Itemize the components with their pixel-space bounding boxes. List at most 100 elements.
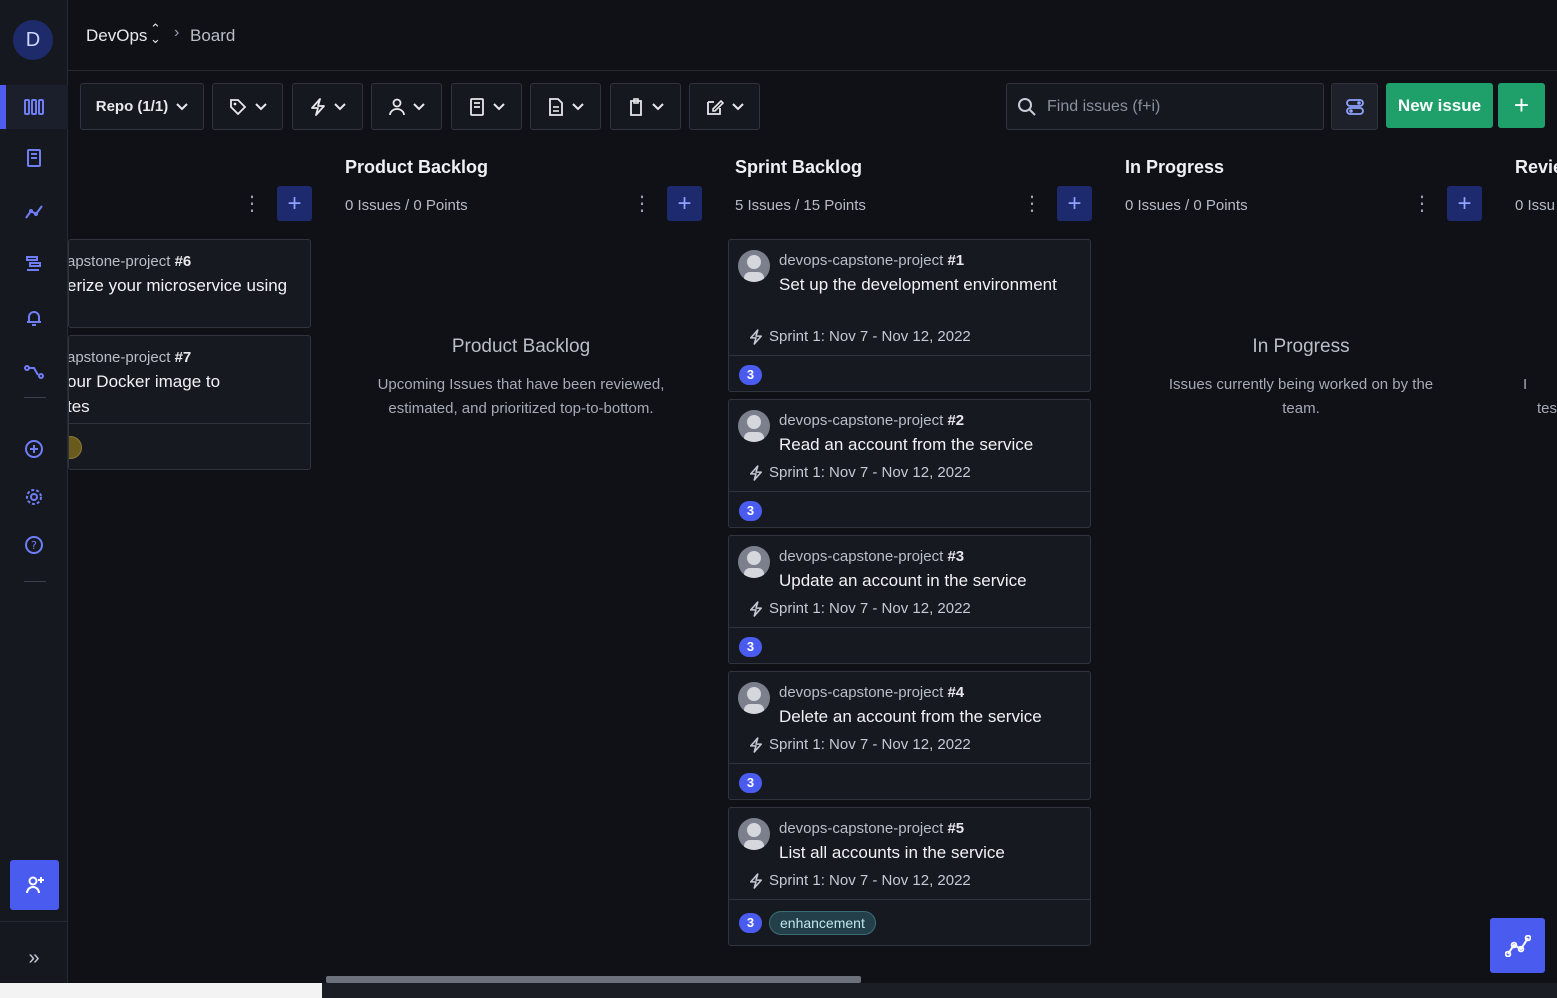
column-menu-icon[interactable]: ⋮ [242, 194, 262, 218]
search-box [1006, 83, 1324, 130]
user-avatar[interactable]: D [13, 20, 53, 60]
column-add-button[interactable]: + [1057, 186, 1092, 221]
epic-filter-button[interactable] [451, 83, 522, 130]
add-user-icon [25, 876, 44, 894]
issue-card[interactable]: devops-capstone-project #3 Update an acc… [728, 535, 1091, 664]
issue-repo: apstone-project #6 [68, 253, 192, 270]
avatar [738, 546, 770, 578]
add-button[interactable]: + [1498, 83, 1545, 128]
issue-title: Read an account from the service [779, 435, 1034, 454]
estimate-badge: 3 [739, 637, 762, 657]
issue-title: Delete an account from the service [779, 707, 1042, 726]
expand-sidebar-icon[interactable]: » [0, 938, 68, 978]
assignee-filter-button[interactable] [371, 83, 442, 130]
avatar [738, 410, 770, 442]
app-window: D ? » DevOps ⌃ ⌄ › Board Repo (1/1) Find… [0, 0, 1557, 998]
column-title: Sprint Backlog [735, 157, 863, 177]
issue-label[interactable]: enhancement [769, 911, 876, 935]
taskbar-search-area [0, 983, 322, 998]
insights-fab-button[interactable] [1490, 918, 1545, 973]
estimate-filter-button[interactable] [610, 83, 681, 130]
add-circle-icon[interactable] [0, 427, 68, 471]
column-add-button[interactable]: + [277, 186, 312, 221]
issue-repo: devops-capstone-project #4 [779, 684, 965, 701]
empty-state-description: I [1523, 376, 1528, 393]
issue-card[interactable]: devops-capstone-project #2 Read an accou… [728, 399, 1091, 528]
epics-icon[interactable] [0, 242, 68, 286]
issue-sprint: Sprint 1: Nov 7 - Nov 12, 2022 [749, 872, 971, 889]
issue-title: Update an account in the service [779, 571, 1027, 590]
lightning-icon [749, 464, 763, 481]
chevron-down-icon [651, 102, 664, 110]
breadcrumb-project[interactable]: DevOps [86, 26, 147, 46]
breadcrumb-page: Board [190, 26, 236, 45]
invite-user-button[interactable] [10, 860, 59, 910]
card-divider [729, 627, 1090, 628]
labels-filter-button[interactable] [212, 83, 283, 130]
chevron-down-icon [731, 102, 744, 110]
issue-title: List all accounts in the service [779, 843, 1005, 862]
workflow-icon[interactable] [0, 350, 68, 394]
card-divider [729, 491, 1090, 492]
repo-filter-label: Repo (1/1) [95, 98, 169, 115]
estimate-badge: 3 [739, 501, 762, 521]
sidebar-divider [24, 581, 46, 582]
column-menu-icon[interactable]: ⋮ [632, 194, 652, 218]
issue-card[interactable]: devops-capstone-project #1 Set up the de… [728, 239, 1091, 392]
view-toggle-button[interactable] [1331, 83, 1378, 130]
tag-icon [229, 98, 246, 115]
chevron-down-icon [254, 102, 267, 110]
lightning-icon [749, 328, 763, 345]
roadmap-icon[interactable] [0, 136, 68, 180]
edit-filter-button[interactable] [689, 83, 760, 130]
chevron-down-icon [571, 102, 584, 110]
empty-state-description: Issues currently being worked on by the … [1168, 376, 1434, 417]
column-menu-icon[interactable]: ⋮ [1022, 194, 1042, 218]
board-icon[interactable] [0, 85, 68, 129]
sprint-filter-button[interactable] [292, 83, 363, 130]
column-add-button[interactable]: + [667, 186, 702, 221]
issue-sprint: Sprint 1: Nov 7 - Nov 12, 2022 [749, 600, 971, 617]
issue-repo: devops-capstone-project #5 [779, 820, 965, 837]
issue-card[interactable]: devops-capstone-project #5 List all acco… [728, 807, 1091, 946]
user-icon [388, 98, 405, 115]
board: ⋮ + apstone-project #6 erize your micros… [68, 140, 1557, 980]
project-switch-icon[interactable]: ⌃ ⌄ [150, 22, 161, 45]
issue-card[interactable]: apstone-project #7 our Docker image to t… [68, 335, 311, 470]
breadcrumb-chevron-icon: › [174, 24, 180, 41]
avatar [738, 250, 770, 282]
sidebar-divider [24, 397, 46, 398]
release-filter-button[interactable] [530, 83, 601, 130]
help-icon[interactable]: ? [0, 523, 68, 567]
new-issue-button[interactable]: New issue [1386, 83, 1493, 128]
issue-repo: devops-capstone-project #1 [779, 252, 965, 269]
issue-title: our Docker image to [68, 372, 221, 391]
column-count: 0 Issues / 0 Points [345, 197, 468, 214]
column-menu-icon[interactable]: ⋮ [1412, 194, 1432, 218]
issue-title: Set up the development environment [779, 275, 1057, 294]
header: DevOps ⌃ ⌄ › Board [68, 0, 1557, 71]
os-taskbar [0, 983, 1557, 998]
card-divider [729, 899, 1090, 900]
insights-icon[interactable] [0, 190, 68, 234]
issue-repo: devops-capstone-project #2 [779, 412, 965, 429]
notifications-icon[interactable] [0, 296, 68, 340]
clipboard-icon [629, 97, 642, 116]
estimate-badge: 3 [739, 773, 762, 793]
repo-filter-button[interactable]: Repo (1/1) [80, 83, 204, 130]
issue-card[interactable]: devops-capstone-project #4 Delete an acc… [728, 671, 1091, 800]
search-input[interactable] [1047, 84, 1317, 129]
settings-gear-icon[interactable] [0, 475, 68, 519]
card-divider [69, 423, 310, 424]
lightning-icon [749, 872, 763, 889]
issue-card[interactable]: apstone-project #6 erize your microservi… [68, 239, 311, 328]
column-add-button[interactable]: + [1447, 186, 1482, 221]
horizontal-scrollbar[interactable] [326, 976, 861, 983]
column-count: 5 Issues / 15 Points [735, 197, 866, 214]
lightning-icon [749, 600, 763, 617]
card-divider [729, 355, 1090, 356]
svg-text:?: ? [31, 539, 37, 552]
column-title: Revie [1515, 157, 1557, 177]
issue-title: erize your microservice using [68, 276, 288, 295]
estimate-badge: 3 [739, 365, 762, 385]
